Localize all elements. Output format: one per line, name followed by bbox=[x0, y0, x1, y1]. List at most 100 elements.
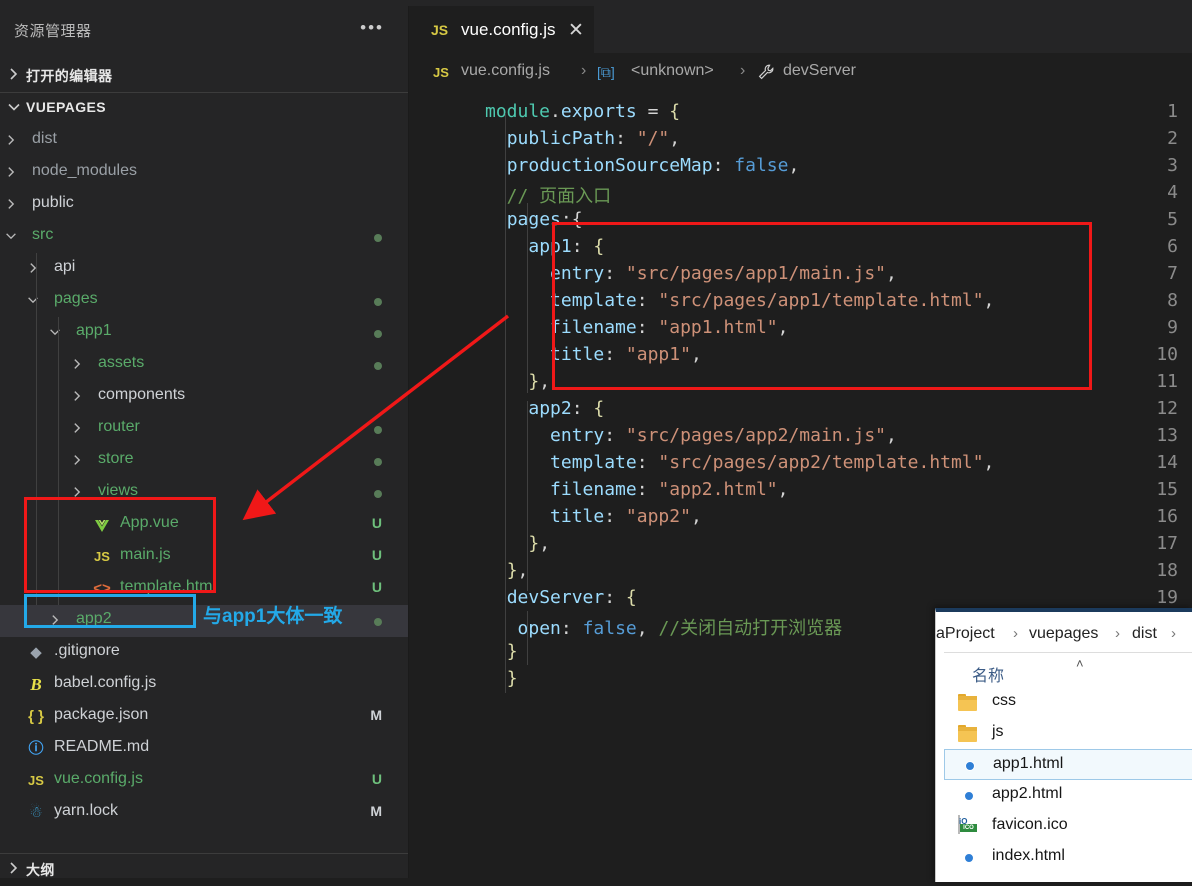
tree-row-views[interactable]: views bbox=[0, 477, 408, 509]
code-line[interactable]: pages:{ bbox=[485, 209, 583, 230]
tree-row-src[interactable]: src bbox=[0, 221, 408, 253]
breadcrumb-module[interactable]: <unknown> bbox=[631, 62, 714, 80]
chevron-right-icon[interactable] bbox=[4, 197, 18, 213]
code-token: "app1.html" bbox=[658, 317, 778, 338]
breadcrumb-file[interactable]: vue.config.js bbox=[461, 62, 550, 80]
tree-row-router[interactable]: router bbox=[0, 413, 408, 445]
chevron-right-icon[interactable] bbox=[70, 485, 84, 501]
explorer-file-row[interactable]: index.html bbox=[944, 842, 1192, 873]
code-token: , bbox=[669, 128, 681, 149]
tree-row-app-vue[interactable]: App.vue U bbox=[0, 509, 408, 541]
tree-row-app1[interactable]: app1 bbox=[0, 317, 408, 349]
tree-row-babel-config-js[interactable]: Bbabel.config.js bbox=[0, 669, 408, 701]
tree-row-package-json[interactable]: { } package.json M bbox=[0, 701, 408, 733]
tree-row-components[interactable]: components bbox=[0, 381, 408, 413]
sidebar-section-vuepages[interactable]: VUEPAGES bbox=[0, 95, 408, 125]
code-line[interactable]: title: "app2", bbox=[485, 506, 702, 527]
code-line[interactable]: open: false, //关闭自动打开浏览器 bbox=[485, 614, 843, 640]
code-line[interactable]: app1: { bbox=[485, 236, 604, 257]
code-token: : bbox=[615, 128, 637, 149]
chrome-icon bbox=[958, 847, 980, 869]
chevron-right-icon[interactable] bbox=[26, 261, 40, 277]
module-cube-icon: [⧉] bbox=[597, 64, 615, 80]
chevron-down-icon[interactable] bbox=[4, 229, 18, 245]
breadcrumb-segment-dist[interactable]: dist bbox=[1132, 625, 1157, 643]
explorer-sidebar: 资源管理器 ••• 打开的编辑器 VUEPAGES dist node_modul… bbox=[0, 6, 409, 878]
column-header-name[interactable]: 名称 bbox=[972, 662, 1004, 686]
explorer-file-row[interactable]: iQ ICO favicon.ico bbox=[944, 811, 1192, 842]
explorer-file-row[interactable]: app1.html bbox=[944, 749, 1192, 780]
code-line[interactable]: }, bbox=[485, 533, 550, 554]
chevron-right-icon[interactable] bbox=[70, 357, 84, 373]
code-line[interactable]: }, bbox=[485, 371, 550, 392]
explorer-file-row[interactable]: app2.html bbox=[944, 780, 1192, 811]
tree-row-dist[interactable]: dist bbox=[0, 125, 408, 157]
tree-row-yarn-lock[interactable]: ☃ yarn.lock M bbox=[0, 797, 408, 829]
code-token: : bbox=[571, 398, 594, 419]
code-line[interactable]: } bbox=[485, 641, 518, 662]
tree-row-label: router bbox=[98, 418, 140, 435]
code-line[interactable]: entry: "src/pages/app2/main.js", bbox=[485, 425, 897, 446]
code-line[interactable]: title: "app1", bbox=[485, 344, 702, 365]
code-line[interactable]: filename: "app1.html", bbox=[485, 317, 788, 338]
code-token: } bbox=[528, 371, 540, 392]
code-token: // 页面入口 bbox=[485, 186, 612, 207]
modified-dot-icon bbox=[374, 618, 382, 626]
chevron-right-icon[interactable] bbox=[70, 421, 84, 437]
code-token: exports bbox=[560, 101, 637, 122]
chevron-right-icon[interactable] bbox=[4, 133, 18, 149]
chevron-right-icon[interactable] bbox=[48, 613, 62, 629]
tree-row-label: package.json bbox=[54, 706, 149, 723]
code-token: } bbox=[506, 641, 518, 662]
tree-row-api[interactable]: api bbox=[0, 253, 408, 285]
tree-row--gitignore[interactable]: ◆ .gitignore bbox=[0, 637, 408, 669]
code-line[interactable]: publicPath: "/", bbox=[485, 128, 680, 149]
explorer-file-row[interactable]: js bbox=[944, 718, 1192, 749]
more-actions-icon[interactable]: ••• bbox=[360, 19, 384, 36]
tree-row-public[interactable]: public bbox=[0, 189, 408, 221]
code-line[interactable]: template: "src/pages/app2/template.html"… bbox=[485, 452, 994, 473]
tree-row-node-modules[interactable]: node_modules bbox=[0, 157, 408, 189]
tree-row-store[interactable]: store bbox=[0, 445, 408, 477]
sidebar-section-outline[interactable]: 大纲 bbox=[0, 856, 408, 886]
indent-guide bbox=[36, 253, 37, 605]
breadcrumb-segment-vuepages[interactable]: vuepages bbox=[1029, 625, 1098, 643]
chevron-right-icon[interactable] bbox=[70, 389, 84, 405]
code-token: devServer bbox=[506, 587, 605, 608]
explorer-file-row[interactable]: css bbox=[944, 687, 1192, 718]
tree-row-label: public bbox=[32, 194, 74, 211]
code-line[interactable]: devServer: { bbox=[485, 587, 637, 608]
code-line[interactable]: app2: { bbox=[485, 398, 604, 419]
sidebar-section-open-editors[interactable]: 打开的编辑器 bbox=[0, 62, 408, 92]
tree-row-assets[interactable]: assets bbox=[0, 349, 408, 381]
code-token: app1 bbox=[528, 236, 572, 257]
code-token: : bbox=[604, 506, 626, 527]
code-line[interactable]: entry: "src/pages/app1/main.js", bbox=[485, 263, 897, 284]
code-line[interactable]: }, bbox=[485, 560, 529, 581]
tree-row-vue-config-js[interactable]: JS vue.config.js U bbox=[0, 765, 408, 797]
code-line[interactable]: } bbox=[485, 668, 518, 689]
code-token: : bbox=[604, 344, 626, 365]
tree-row-readme-md[interactable]: ⓘ README.md bbox=[0, 733, 408, 765]
code-line[interactable]: template: "src/pages/app1/template.html"… bbox=[485, 290, 994, 311]
chevron-right-icon[interactable] bbox=[4, 165, 18, 181]
explorer-breadcrumb[interactable]: aProject › vuepages › dist › bbox=[936, 616, 1192, 652]
line-number: 5 bbox=[1167, 209, 1178, 230]
code-line[interactable]: // 页面入口 bbox=[485, 182, 612, 208]
breadcrumb-symbol[interactable]: devServer bbox=[783, 62, 856, 80]
code-line[interactable]: module.exports = { bbox=[485, 101, 680, 122]
breadcrumb-segment-aproject[interactable]: aProject bbox=[936, 625, 995, 643]
chevron-down-icon[interactable] bbox=[26, 293, 40, 309]
tree-row-main-js[interactable]: JS main.js U bbox=[0, 541, 408, 573]
line-number: 16 bbox=[1156, 506, 1178, 527]
tree-row-pages[interactable]: pages bbox=[0, 285, 408, 317]
close-icon[interactable]: ✕ bbox=[568, 19, 584, 42]
tab-vue-config-js[interactable]: JS vue.config.js ✕ bbox=[409, 6, 594, 54]
line-number: 12 bbox=[1156, 398, 1178, 419]
chevron-right-icon[interactable] bbox=[70, 453, 84, 469]
code-line[interactable]: productionSourceMap: false, bbox=[485, 155, 800, 176]
code-line[interactable]: filename: "app2.html", bbox=[485, 479, 788, 500]
code-token: : bbox=[604, 587, 626, 608]
chevron-down-icon[interactable] bbox=[48, 325, 62, 341]
